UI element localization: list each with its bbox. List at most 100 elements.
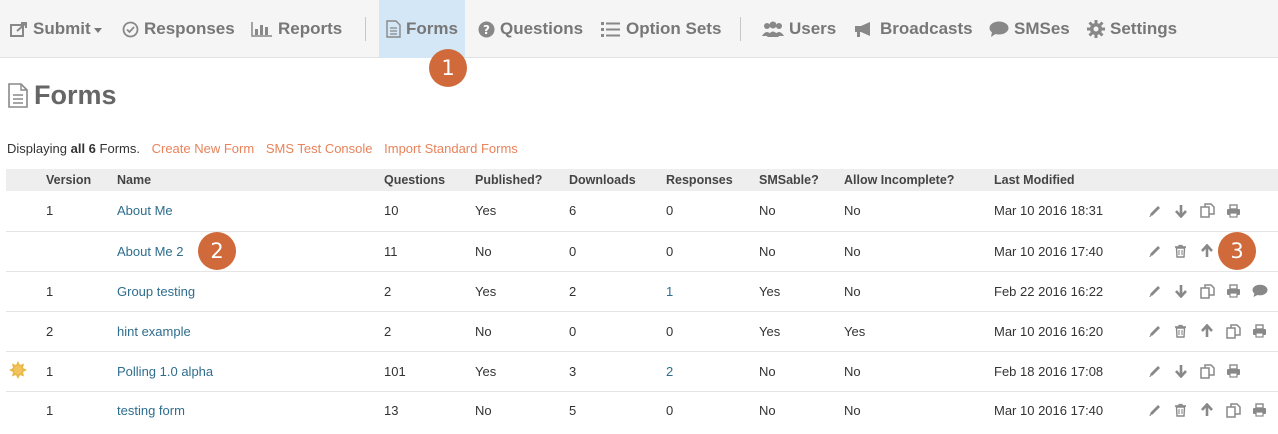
cell-incomplete-value: No (844, 203, 861, 219)
cell-incomplete-value: No (844, 402, 861, 418)
cell-modified-value: Mar 10 2016 16:20 (994, 323, 1104, 339)
row-marker (6, 231, 46, 272)
nav-users[interactable]: Users (762, 0, 836, 58)
column-header[interactable]: SMSable? (759, 169, 844, 191)
cell-modified-value: Mar 10 2016 17:40 (994, 243, 1104, 259)
responses-count-link[interactable]: 2 (666, 364, 673, 379)
cell-smsable: No (759, 391, 844, 429)
sun-badge-icon (9, 360, 27, 379)
cell-responses: 0 (666, 391, 759, 429)
pencil-icon[interactable] (1148, 243, 1174, 259)
pencil-icon[interactable] (1148, 323, 1174, 339)
cell-responses-value: 0 (666, 402, 674, 418)
form-name-link[interactable]: Polling 1.0 alpha (117, 364, 213, 379)
trash-icon[interactable] (1174, 402, 1200, 418)
cell-version (46, 231, 117, 272)
cell-smsable: No (759, 231, 844, 272)
arrow-up-icon[interactable] (1200, 402, 1226, 418)
copy-icon[interactable] (1200, 203, 1226, 219)
cell-incomplete: No (844, 191, 994, 232)
print-icon[interactable] (1226, 363, 1252, 379)
column-header[interactable]: Published? (475, 169, 569, 191)
nav-responses[interactable]: Responses (122, 0, 235, 58)
form-name-link[interactable]: testing form (117, 403, 185, 418)
print-icon[interactable] (1252, 323, 1278, 339)
cell-name: Polling 1.0 alpha (117, 351, 384, 392)
nav-forms-label: Forms (406, 19, 458, 38)
cell-downloads-value: 6 (569, 203, 577, 219)
arrow-up-icon[interactable] (1200, 323, 1226, 339)
summary-count: all 6 (70, 141, 96, 156)
column-header[interactable]: Last Modified (994, 169, 1148, 191)
copy-icon[interactable] (1226, 323, 1252, 339)
nav-reports[interactable]: Reports (251, 0, 342, 58)
cell-modified-value: Feb 18 2016 17:08 (994, 363, 1104, 379)
cell-incomplete-value: No (844, 283, 861, 299)
cell-version: 2 (46, 311, 117, 352)
row-marker (6, 271, 46, 312)
cell-incomplete-value: No (844, 243, 861, 259)
nav-settings[interactable]: Settings (1087, 0, 1177, 58)
print-icon[interactable] (1252, 402, 1278, 418)
copy-icon[interactable] (1200, 363, 1226, 379)
column-header[interactable]: Responses (666, 169, 759, 191)
cell-incomplete-value: Yes (844, 323, 866, 339)
nav-settings-label: Settings (1110, 19, 1178, 38)
pencil-icon[interactable] (1148, 363, 1174, 379)
cell-questions: 2 (384, 271, 475, 312)
nav-smses-label: SMSes (1014, 19, 1070, 38)
cell-modified: Feb 18 2016 17:08 (994, 351, 1148, 392)
responses-count-link[interactable]: 1 (666, 284, 673, 299)
nav-questions[interactable]: ? Questions (478, 0, 583, 58)
form-name-link[interactable]: Group testing (117, 284, 195, 299)
share-icon (10, 22, 27, 37)
sms-test-console-link[interactable]: SMS Test Console (266, 141, 373, 156)
cell-modified: Mar 10 2016 18:31 (994, 191, 1148, 232)
arrow-down-icon[interactable] (1174, 283, 1200, 299)
nav-broadcasts[interactable]: Broadcasts (853, 0, 973, 58)
column-header[interactable]: Downloads (569, 169, 666, 191)
copy-icon[interactable] (1226, 402, 1252, 418)
nav-divider (740, 17, 741, 41)
cell-questions: 2 (384, 311, 475, 352)
cell-responses: 0 (666, 191, 759, 232)
cell-version: 1 (46, 391, 117, 429)
cell-published: Yes (475, 191, 569, 232)
row-action-icons (1148, 243, 1278, 259)
pencil-icon[interactable] (1148, 203, 1174, 219)
copy-icon[interactable] (1200, 283, 1226, 299)
cell-modified-value: Mar 10 2016 17:40 (994, 402, 1104, 418)
arrow-down-icon[interactable] (1174, 203, 1200, 219)
column-header[interactable]: Allow Incomplete? (844, 169, 994, 191)
column-header[interactable]: Version (46, 169, 117, 191)
comment-icon[interactable] (1252, 283, 1278, 299)
nav-smses[interactable]: SMSes (989, 0, 1070, 58)
pencil-icon[interactable] (1148, 402, 1174, 418)
cell-questions: 11 (384, 231, 475, 272)
create-new-form-link[interactable]: Create New Form (152, 141, 255, 156)
nav-submit[interactable]: Submit (10, 0, 102, 58)
cell-responses: 1 (666, 271, 759, 312)
trash-icon[interactable] (1174, 323, 1200, 339)
import-standard-forms-link[interactable]: Import Standard Forms (384, 141, 518, 156)
megaphone-icon (855, 22, 870, 37)
print-icon[interactable] (1226, 283, 1252, 299)
file-icon (8, 82, 28, 108)
column-header[interactable]: Questions (384, 169, 475, 191)
form-name-link[interactable]: About Me 2 (117, 244, 184, 259)
row-actions (1148, 391, 1278, 429)
cell-published-value: Yes (475, 283, 497, 299)
cell-questions-value: 13 (384, 402, 399, 418)
column-header[interactable]: Name (117, 169, 384, 191)
arrow-down-icon[interactable] (1174, 363, 1200, 379)
trash-icon[interactable] (1174, 243, 1200, 259)
form-name-link[interactable]: About Me (117, 203, 173, 218)
form-name-link[interactable]: hint example (117, 324, 191, 339)
cell-version: 1 (46, 351, 117, 392)
cell-downloads: 6 (569, 191, 666, 232)
pencil-icon[interactable] (1148, 283, 1174, 299)
question-circle-icon: ? (478, 21, 495, 37)
print-icon[interactable] (1226, 203, 1252, 219)
nav-option-sets[interactable]: Option Sets (601, 0, 721, 58)
summary-prefix: Displaying (7, 141, 67, 156)
